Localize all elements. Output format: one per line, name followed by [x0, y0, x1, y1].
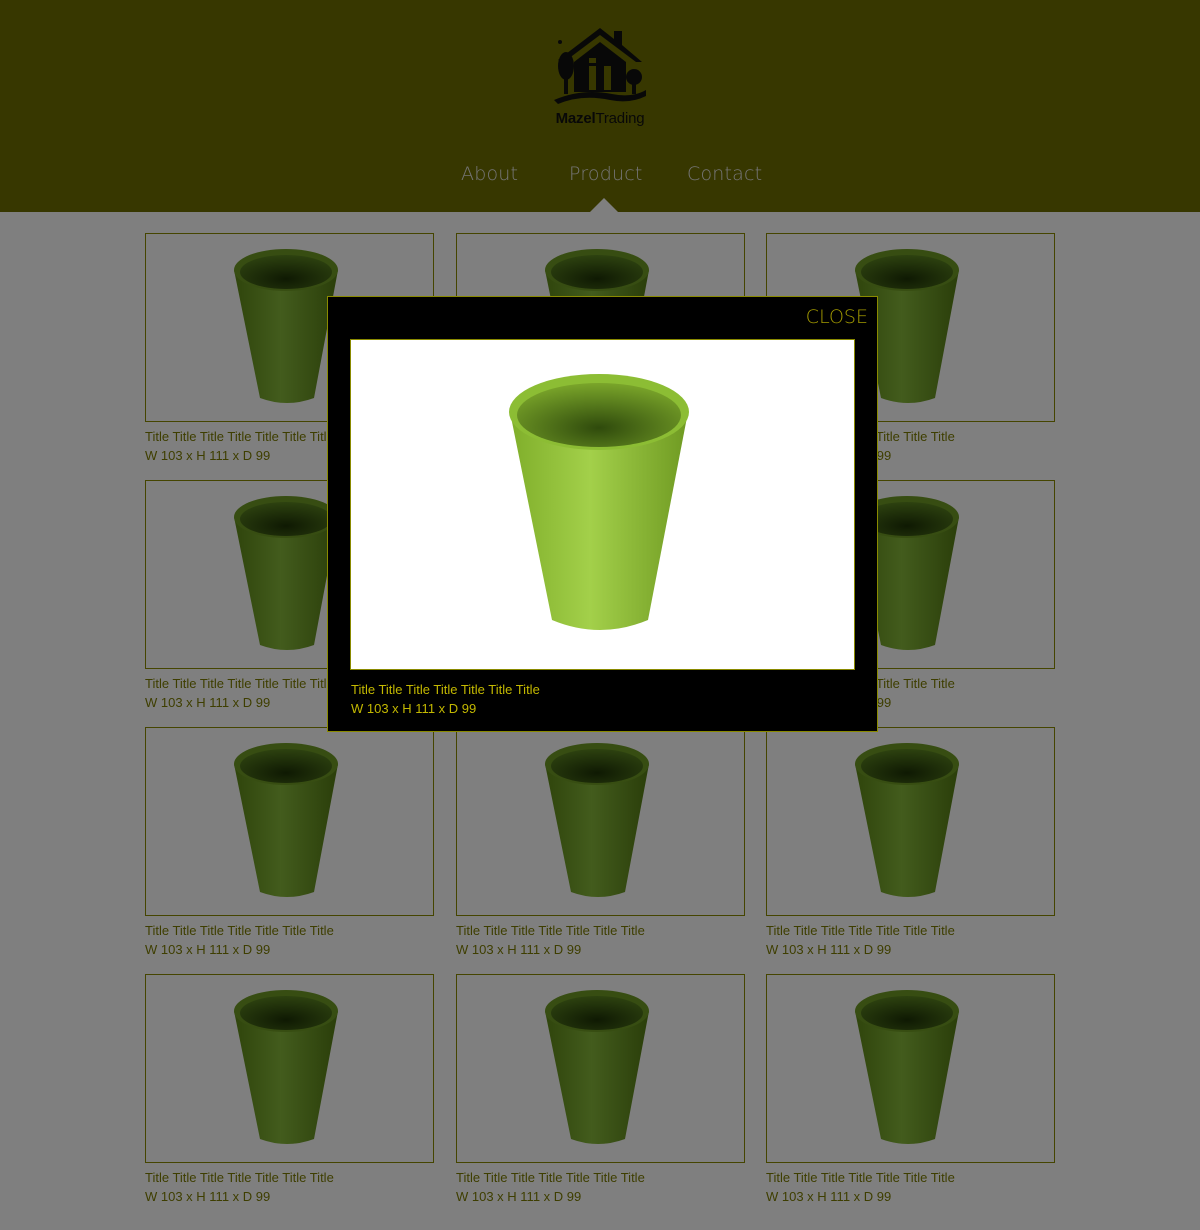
- product-modal: CLOSE Title Title Title Title Title Titl…: [327, 296, 878, 732]
- close-button[interactable]: CLOSE: [806, 306, 868, 328]
- modal-product-dimensions: W 103 x H 111 x D 99: [351, 701, 477, 716]
- cup-icon: [509, 374, 689, 630]
- modal-product-image: [350, 339, 855, 670]
- modal-product-title: Title Title Title Title Title Title Titl…: [351, 682, 540, 697]
